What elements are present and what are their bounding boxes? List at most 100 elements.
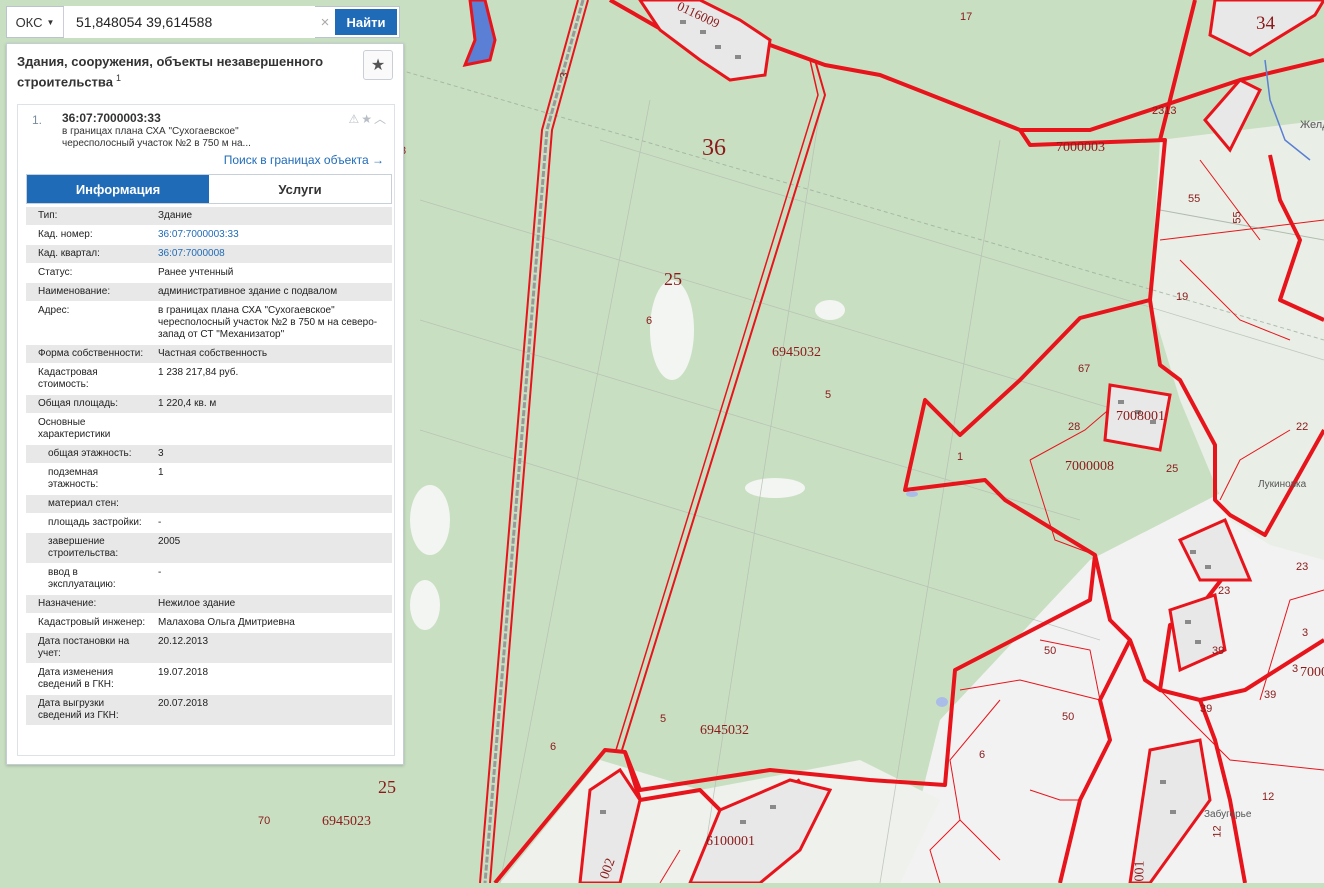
property-row: Дата выгрузки сведений из ГКН: 20.07.2018	[26, 695, 392, 726]
property-value: Частная собственность	[158, 348, 268, 359]
map-label-7000003: 7000003	[1056, 140, 1105, 155]
property-value: 19.07.2018	[158, 667, 209, 678]
property-value	[146, 414, 392, 444]
property-key: ввод в эксплуатацию:	[48, 567, 116, 590]
property-row: Дата изменения сведений в ГКН: 19.07.2018	[26, 664, 392, 695]
tab-info[interactable]: Информация	[27, 175, 209, 203]
map-label-1: 1	[957, 451, 964, 463]
property-row: материал стен:	[26, 495, 392, 514]
property-row: завершение строительства: 2005	[26, 533, 392, 564]
map-label-5: 5	[825, 389, 832, 401]
property-value: 3	[158, 448, 164, 459]
property-key: подземная этажность:	[48, 467, 99, 490]
property-value: 1 220,4 кв. м	[158, 398, 217, 409]
object-card: 1. 36:07:7000003:33 в границах плана СХА…	[17, 104, 395, 756]
map-label-25: 25	[664, 269, 682, 289]
tab-services[interactable]: Услуги	[209, 175, 391, 203]
property-value: 2005	[158, 536, 181, 547]
property-value: 20.07.2018	[158, 698, 209, 709]
map-label-23b: 23	[1218, 585, 1231, 597]
property-row: Кадастровая стоимость: 1 238 217,84 руб.	[26, 364, 392, 395]
map-label-34: 34	[1256, 13, 1275, 34]
card-cad-number[interactable]: 36:07:7000003:33	[62, 111, 161, 125]
map-label-5b: 5	[660, 713, 667, 725]
property-row: Тип: Здание	[26, 207, 392, 226]
property-key: Дата выгрузки сведений из ГКН:	[38, 698, 119, 721]
map-label-22: 22	[1296, 421, 1309, 433]
map-label-zheld: Желд	[1300, 119, 1324, 131]
panel-title-count: 1	[115, 73, 121, 83]
map-label-67: 67	[1078, 363, 1091, 375]
property-row: Основные характеристики	[26, 414, 392, 445]
property-key: Кад. квартал:	[38, 248, 100, 259]
caret-down-icon: ▼	[46, 17, 55, 27]
map-label-7000008: 7000008	[1065, 459, 1114, 474]
search-button[interactable]: Найти	[335, 9, 397, 35]
property-value: Малахова Ольга Дмитриевна	[158, 617, 295, 628]
property-key: Основные характеристики	[38, 417, 111, 440]
map-label-55-rot: 55	[1231, 211, 1244, 224]
search-type-dropdown[interactable]: ОКС ▼	[7, 7, 64, 37]
map-label-50: 50	[1044, 645, 1057, 657]
chevron-up-icon[interactable]: ︿	[374, 112, 388, 126]
map-label-25c: 25	[378, 777, 396, 797]
property-key: Кад. номер:	[38, 229, 93, 240]
close-icon[interactable]: ×	[315, 14, 335, 31]
property-row: Кад. номер: 36:07:7000003:33	[26, 226, 392, 245]
map-label-2313: 2313	[1152, 105, 1177, 117]
property-row: Общая площадь: 1 220,4 кв. м	[26, 395, 392, 414]
property-link[interactable]: 36:07:7000003:33	[146, 226, 392, 244]
map-label-7008001: 7008001	[1116, 409, 1165, 424]
search-in-bounds-link[interactable]: Поиск в границах объекта →	[224, 153, 384, 167]
map-label-28: 28	[1068, 421, 1081, 433]
property-link[interactable]: 36:07:7000008	[146, 245, 392, 263]
property-row: общая этажность: 3	[26, 445, 392, 464]
property-row: Дата постановки на учет: 20.12.2013	[26, 633, 392, 664]
map-label-6c: 6	[979, 749, 986, 761]
map-label-7000: 7000	[1300, 665, 1324, 680]
map-label-3: 3	[1302, 627, 1309, 639]
star-icon[interactable]: ★	[361, 112, 374, 126]
map-label-50b: 50	[1062, 711, 1075, 723]
object-info-panel: Здания, сооружения, объекты незавершенно…	[6, 43, 404, 765]
property-value: в границах плана СХА "Сухогаевское" чере…	[158, 305, 378, 340]
property-value: административное здание с подвалом	[158, 286, 338, 297]
map-label-001: 001	[1132, 860, 1148, 882]
property-key: общая этажность:	[48, 448, 132, 459]
warning-icon[interactable]: ⚠	[348, 112, 361, 126]
property-value: Нежилое здание	[158, 598, 236, 609]
property-row: Наименование: административное здание с п…	[26, 283, 392, 302]
panel-title-text: Здания, сооружения, объекты незавершенно…	[17, 54, 324, 90]
map-label-39: 39	[1212, 645, 1225, 657]
property-row: Адрес: в границах плана СХА "Сухогаевское…	[26, 302, 392, 345]
map-label-23: 23	[1296, 561, 1309, 573]
map-label-12: 12	[1262, 791, 1275, 803]
property-key: Статус:	[38, 267, 73, 278]
search-input[interactable]	[64, 6, 315, 38]
map-label-36: 36	[702, 135, 726, 161]
property-value: 20.12.2013	[158, 636, 209, 647]
map-label-lukinovka: Лукиновка	[1258, 479, 1307, 490]
property-key: Кадастровый инженер:	[38, 617, 146, 628]
property-value: 1	[158, 467, 164, 478]
property-value: Здание	[158, 210, 193, 221]
property-row: Кад. квартал: 36:07:7000008	[26, 245, 392, 264]
property-row: площадь застройки: -	[26, 514, 392, 533]
property-row: ввод в эксплуатацию: -	[26, 564, 392, 595]
map-label-70: 70	[258, 815, 271, 827]
property-key: площадь застройки:	[48, 517, 142, 528]
property-value: Ранее учтенный	[158, 267, 234, 278]
property-row: подземная этажность: 1	[26, 464, 392, 495]
favorite-button[interactable]: ★	[363, 50, 393, 80]
property-key: Адрес:	[38, 305, 70, 316]
map-label-6945032b: 6945032	[700, 723, 749, 738]
map-label-6945023: 6945023	[322, 814, 371, 829]
property-value	[146, 495, 392, 513]
map-label-3b: 3	[1292, 663, 1299, 675]
property-row: Назначение: Нежилое здание	[26, 595, 392, 614]
map-label-6100001: 6100001	[706, 834, 755, 849]
property-key: Общая площадь:	[38, 398, 119, 409]
property-key: Дата постановки на учет:	[38, 636, 130, 659]
map-label-6945032: 6945032	[772, 345, 821, 360]
property-key: материал стен:	[48, 498, 119, 509]
